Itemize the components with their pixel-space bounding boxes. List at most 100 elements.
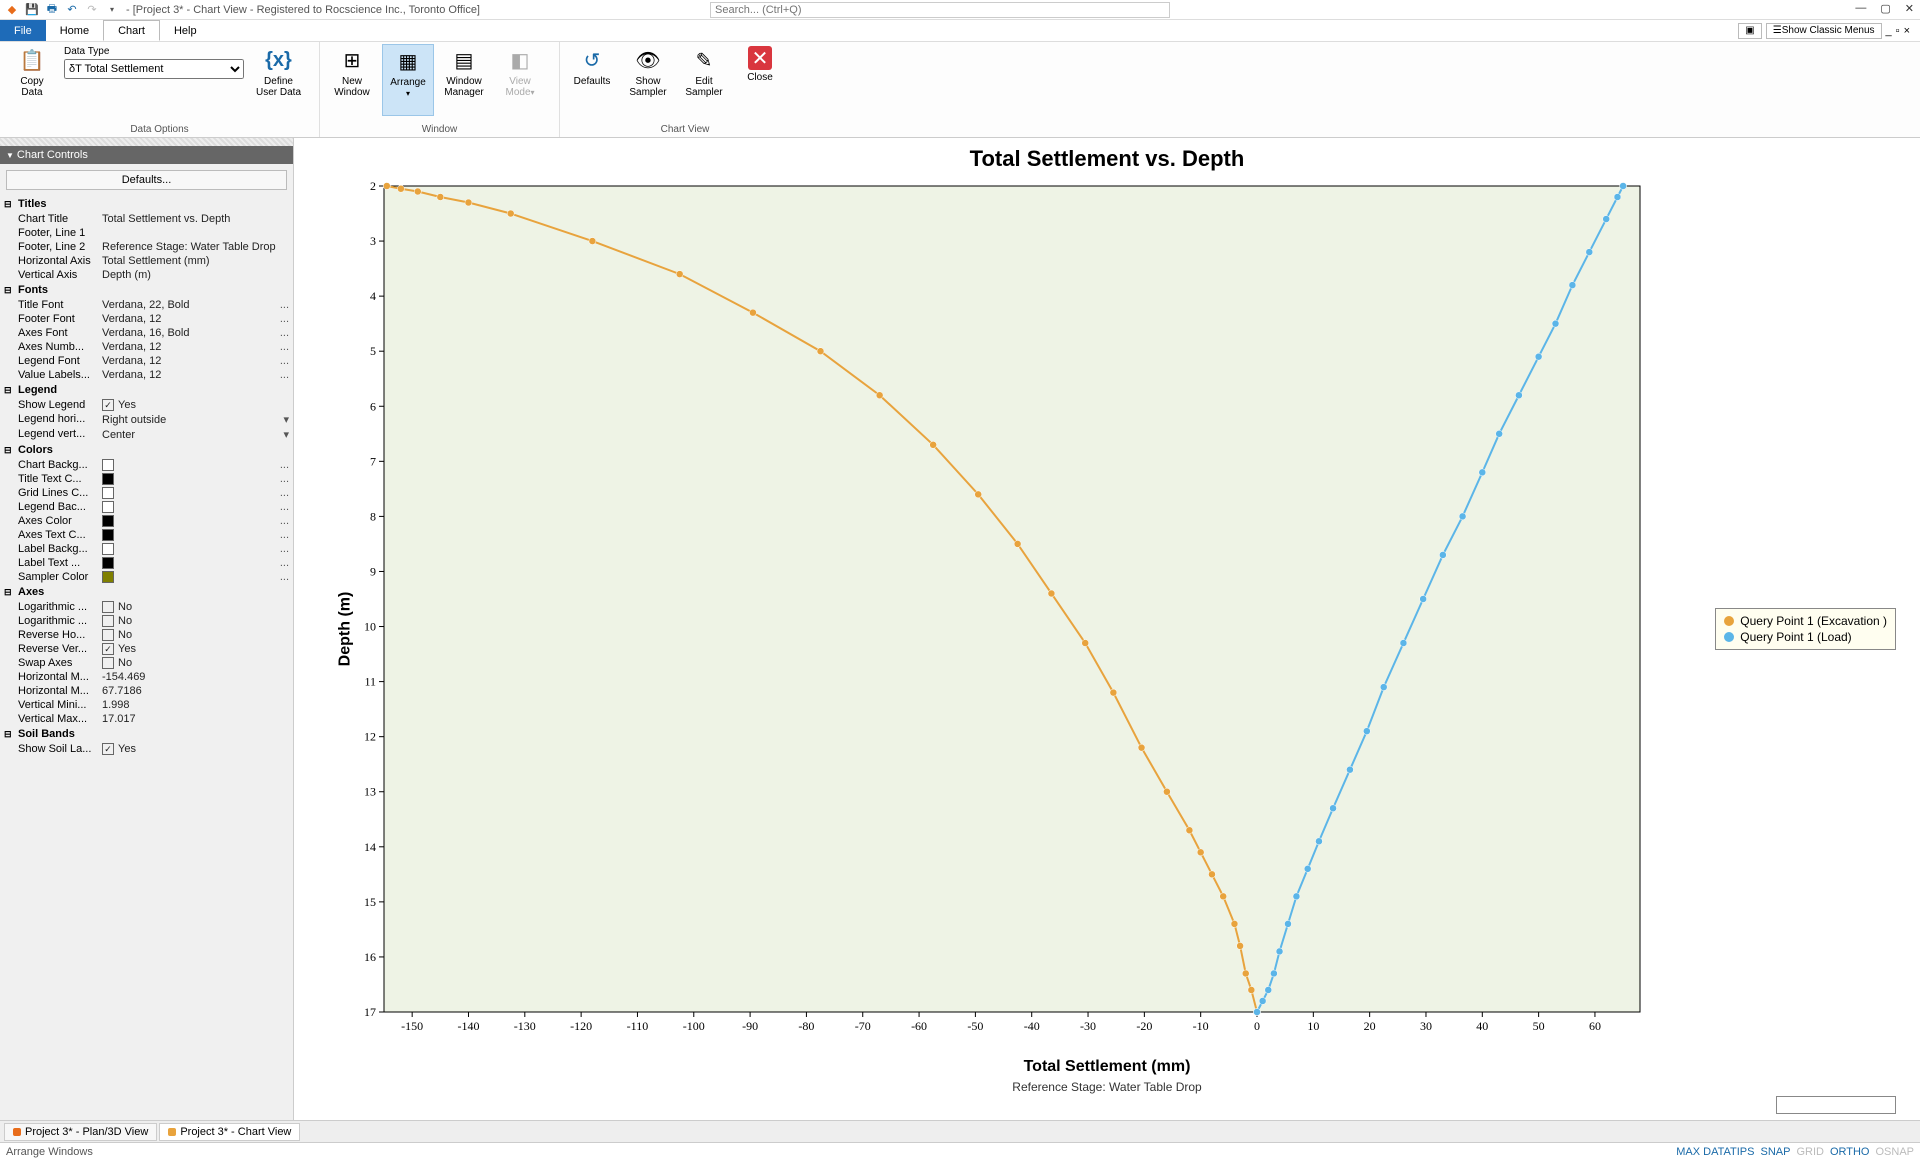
group-chart-view: Chart View <box>560 122 810 137</box>
group-data-options: Data Options <box>0 122 319 137</box>
prop-value[interactable]: Verdana, 16, Bold <box>102 327 276 339</box>
prop-value[interactable]: Reference Stage: Water Table Drop <box>102 241 289 253</box>
prop-value[interactable]: Yes <box>102 743 289 755</box>
save-icon[interactable]: 💾 <box>24 2 40 18</box>
data-type-select[interactable]: δT Total Settlement <box>64 59 244 79</box>
prop-value[interactable] <box>102 473 276 485</box>
status-left: Arrange Windows <box>6 1146 93 1158</box>
close-icon[interactable]: ✕ <box>1905 2 1914 15</box>
mdi-min-icon[interactable]: _ <box>1886 25 1892 37</box>
prop-value[interactable]: 67.7186 <box>102 685 289 697</box>
prop-value[interactable] <box>102 459 276 471</box>
prop-value[interactable]: Verdana, 12 <box>102 341 276 353</box>
prop-value[interactable]: Center <box>102 428 279 441</box>
prop-value[interactable]: -154.469 <box>102 671 289 683</box>
prop-value[interactable]: Yes <box>102 643 289 655</box>
status-snap[interactable]: SNAP <box>1760 1146 1790 1158</box>
show-sampler-button[interactable]: 👁 Show Sampler <box>622 44 674 116</box>
window-manager-button[interactable]: ▤ Window Manager <box>438 44 490 116</box>
prop-value[interactable]: No <box>102 657 289 669</box>
close-chart-button[interactable]: ✕ Close <box>734 44 786 116</box>
cat-colors[interactable]: Colors <box>4 442 289 458</box>
prop-value[interactable] <box>102 487 276 499</box>
prop-value[interactable] <box>102 543 276 555</box>
prop-value[interactable]: Total Settlement (mm) <box>102 255 289 267</box>
document-tabs: Project 3* - Plan/3D View Project 3* - C… <box>0 1120 1920 1142</box>
copy-data-button[interactable]: 📋 Copy Data <box>6 44 58 116</box>
cat-fonts[interactable]: Fonts <box>4 282 289 298</box>
status-osnap[interactable]: OSNAP <box>1875 1146 1914 1158</box>
minimize-icon[interactable]: — <box>1855 2 1866 15</box>
checkbox-icon[interactable] <box>102 615 114 627</box>
tab-chart-view[interactable]: Project 3* - Chart View <box>159 1123 300 1141</box>
prop-value[interactable]: Verdana, 12 <box>102 313 276 325</box>
edit-sampler-button[interactable]: ✎ Edit Sampler <box>678 44 730 116</box>
checkbox-icon[interactable] <box>102 743 114 755</box>
checkbox-icon[interactable] <box>102 399 114 411</box>
cat-titles[interactable]: Titles <box>4 196 289 212</box>
plot-svg[interactable]: -150-140-130-120-110-100-90-80-70-60-50-… <box>334 176 1900 1042</box>
mdi-close-icon[interactable]: × <box>1904 25 1910 37</box>
defaults-button[interactable]: ↺ Defaults <box>566 44 618 116</box>
prop-value[interactable] <box>102 227 289 239</box>
cat-soil[interactable]: Soil Bands <box>4 726 289 742</box>
group-window: Window <box>320 122 559 137</box>
prop-value[interactable]: No <box>102 601 289 613</box>
checkbox-icon[interactable] <box>102 643 114 655</box>
restore-icon[interactable]: ▢ <box>1880 2 1890 15</box>
status-grid[interactable]: GRID <box>1796 1146 1824 1158</box>
prop-value[interactable]: 17.017 <box>102 713 289 725</box>
legend[interactable]: Query Point 1 (Excavation ) Query Point … <box>1715 608 1896 650</box>
status-ortho[interactable]: ORTHO <box>1830 1146 1870 1158</box>
prop-value[interactable] <box>102 557 276 569</box>
prop-value[interactable]: Depth (m) <box>102 269 289 281</box>
tab-plan-view[interactable]: Project 3* - Plan/3D View <box>4 1123 157 1141</box>
panel-header[interactable]: Chart Controls <box>0 146 293 164</box>
prop-value[interactable]: No <box>102 629 289 641</box>
redo-icon[interactable]: ↷ <box>84 2 100 18</box>
prop-value[interactable] <box>102 571 276 583</box>
prop-value[interactable]: No <box>102 615 289 627</box>
property-grid[interactable]: Titles Chart TitleTotal Settlement vs. D… <box>0 196 293 1120</box>
prop-value[interactable]: Right outside <box>102 413 279 426</box>
svg-text:-90: -90 <box>742 1019 758 1033</box>
chevron-down-icon[interactable]: ▾ <box>279 413 289 426</box>
legend-row-2[interactable]: Query Point 1 (Load) <box>1724 629 1887 645</box>
show-classic-menus[interactable]: ☰ Show Classic Menus <box>1766 23 1882 39</box>
cat-axes[interactable]: Axes <box>4 584 289 600</box>
legend-row-1[interactable]: Query Point 1 (Excavation ) <box>1724 613 1887 629</box>
mdi-max-icon[interactable]: ▫ <box>1896 25 1900 37</box>
new-window-button[interactable]: ⊞ New Window <box>326 44 378 116</box>
legend-dot-icon <box>1724 632 1734 642</box>
status-max-datatips[interactable]: MAX DATATIPS <box>1676 1146 1754 1158</box>
search-box[interactable] <box>710 2 1170 18</box>
prop-value[interactable] <box>102 501 276 513</box>
menu-help[interactable]: Help <box>160 20 211 41</box>
prop-value[interactable]: Yes <box>102 399 289 411</box>
checkbox-icon[interactable] <box>102 657 114 669</box>
checkbox-icon[interactable] <box>102 601 114 613</box>
prop-value[interactable] <box>102 515 276 527</box>
ribbon-toggle-icon[interactable]: ▣ <box>1738 23 1761 39</box>
menu-chart[interactable]: Chart <box>103 20 160 41</box>
defaults-panel-button[interactable]: Defaults... <box>6 170 287 190</box>
qat-dropdown-icon[interactable]: ▾ <box>104 2 120 18</box>
chevron-down-icon[interactable]: ▾ <box>279 428 289 441</box>
cat-legend[interactable]: Legend <box>4 382 289 398</box>
prop-value[interactable]: Verdana, 22, Bold <box>102 299 276 311</box>
prop-value[interactable]: Verdana, 12 <box>102 355 276 367</box>
prop-value[interactable]: 1.998 <box>102 699 289 711</box>
menu-home[interactable]: Home <box>46 20 103 41</box>
arrange-button[interactable]: ▦ Arrange▾ <box>382 44 434 116</box>
grip-texture[interactable] <box>0 138 293 146</box>
prop-value[interactable] <box>102 529 276 541</box>
undo-icon[interactable]: ↶ <box>64 2 80 18</box>
print-icon[interactable]: 🖶 <box>44 2 60 18</box>
define-user-data-button[interactable]: {x} Define User Data <box>250 44 307 116</box>
annotation-input[interactable] <box>1776 1096 1896 1114</box>
checkbox-icon[interactable] <box>102 629 114 641</box>
prop-value[interactable]: Total Settlement vs. Depth <box>102 213 289 225</box>
menu-file[interactable]: File <box>0 20 46 41</box>
prop-value[interactable]: Verdana, 12 <box>102 369 276 381</box>
search-input[interactable] <box>710 2 1170 18</box>
